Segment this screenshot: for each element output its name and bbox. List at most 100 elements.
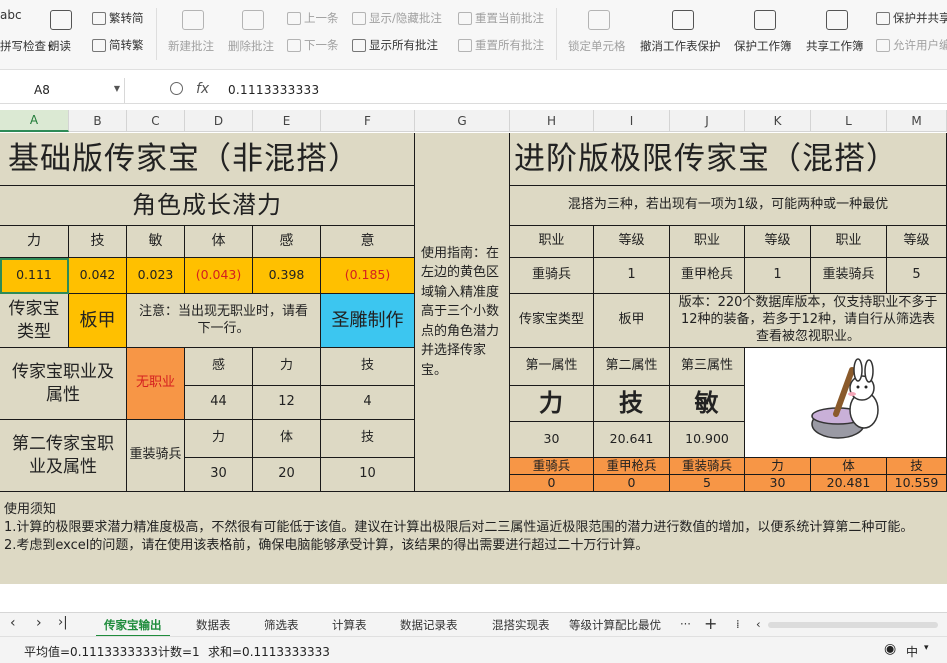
attr-name[interactable]: 力 (510, 386, 594, 422)
fx-icon[interactable]: fx (196, 81, 209, 97)
column-header-g[interactable]: G (415, 110, 510, 132)
unprotect-sheet-button[interactable]: 撤消工作表保护 (640, 38, 721, 54)
result-label[interactable]: 重骑兵 (510, 458, 594, 475)
show-hide-comment-button[interactable]: 显示/隐藏批注 (352, 10, 442, 26)
potential-input[interactable]: (0.043) (185, 258, 253, 294)
column-header-a[interactable]: A (0, 110, 69, 132)
type-label[interactable]: 传家宝类型 (0, 294, 69, 348)
simp-to-trad-button[interactable]: 简转繁 (92, 37, 144, 53)
potential-input[interactable]: (0.185) (321, 258, 415, 294)
tab-heirloom-output[interactable]: 传家宝输出 (104, 617, 162, 633)
tab-filter-sheet[interactable]: 筛选表 (264, 617, 299, 633)
lock-cell-button[interactable]: 锁定单元格 (568, 38, 626, 54)
job-value[interactable]: 无职业 (127, 348, 185, 420)
job2-attr-header[interactable]: 技 (321, 420, 415, 458)
spell-icon[interactable]: abc (0, 8, 22, 22)
eye-protection-icon[interactable]: ◉ (884, 641, 896, 657)
column-header-m[interactable]: M (887, 110, 947, 132)
potential-input[interactable]: 0.398 (253, 258, 321, 294)
craft-cell[interactable]: 圣雕制作 (321, 294, 415, 348)
job2-attr-value[interactable]: 20 (253, 458, 321, 492)
add-sheet-icon[interactable]: + (704, 614, 717, 633)
type-select[interactable]: 板甲 (69, 294, 127, 348)
view-mode-button[interactable]: 中 (906, 643, 918, 660)
spell-check-button[interactable]: 拼写检查 ▾ (0, 38, 52, 54)
stat-header[interactable]: 力 (0, 226, 69, 258)
left-title[interactable]: 基础版传家宝（非混搭） (0, 133, 415, 186)
level-header[interactable]: 等级 (594, 226, 670, 258)
job-label[interactable]: 传家宝职业及属性 (0, 348, 127, 420)
show-all-comments-button[interactable]: 显示所有批注 (352, 37, 438, 53)
level-cell[interactable]: 5 (887, 258, 947, 294)
stat-header[interactable]: 敏 (127, 226, 185, 258)
attr-value[interactable]: 10.900 (670, 422, 745, 458)
job-attr-header[interactable]: 力 (253, 348, 321, 386)
potential-input[interactable]: 0.023 (127, 258, 185, 294)
version-note[interactable]: 版本：220个数据库版本，仅支持职业不多于12种的装备，若多于12种，请自行从筛… (670, 294, 947, 348)
right-title[interactable]: 进阶版极限传家宝（混搭） (510, 133, 947, 186)
level-cell[interactable]: 1 (745, 258, 811, 294)
tab-calc-sheet[interactable]: 计算表 (332, 617, 367, 633)
stat-header[interactable]: 意 (321, 226, 415, 258)
level-cell[interactable]: 1 (594, 258, 670, 294)
next-comment-button[interactable]: 下一条 (287, 37, 339, 53)
name-box[interactable]: A8 ▼ (0, 78, 125, 103)
chevron-down-icon[interactable]: ▾ (924, 643, 929, 653)
stat-header[interactable]: 感 (253, 226, 321, 258)
stat-header[interactable]: 技 (69, 226, 127, 258)
job-attr-value[interactable]: 12 (253, 386, 321, 420)
column-header-d[interactable]: D (185, 110, 253, 132)
attr-name[interactable]: 技 (594, 386, 670, 422)
level-header[interactable]: 等级 (887, 226, 947, 258)
result-label[interactable]: 体 (811, 458, 887, 475)
new-comment-button[interactable]: 新建批注 (168, 38, 214, 54)
protect-share-button[interactable]: 保护并共享 (876, 10, 947, 26)
usage-notes[interactable]: 使用须知 1.计算的极限要求潜力精准度极高，不然很有可能低于该值。建议在计算出极… (0, 492, 947, 584)
result-label[interactable]: 重甲枪兵 (594, 458, 670, 475)
read-aloud-button[interactable]: 朗读 (48, 38, 71, 54)
guide-text[interactable]: 使用指南：在左边的黄色区域输入精准度高于三个小数点的角色潜力并选择传家宝。 (415, 133, 510, 492)
job-attr-value[interactable]: 4 (321, 386, 415, 420)
job2-attr-header[interactable]: 体 (253, 420, 321, 458)
prev-comment-button[interactable]: 上一条 (287, 10, 339, 26)
result-value[interactable]: 5 (670, 475, 745, 492)
result-label[interactable]: 技 (887, 458, 947, 475)
horizontal-scrollbar[interactable] (768, 622, 938, 628)
job2-label[interactable]: 第二传家宝职业及属性 (0, 420, 127, 492)
column-header-b[interactable]: B (69, 110, 127, 132)
formula-input[interactable]: 0.1113333333 (228, 83, 319, 97)
notice-text[interactable]: 注意：当出现无职业时，请看下一行。 (127, 294, 321, 348)
share-book-button[interactable]: 共享工作簿 (806, 38, 864, 54)
column-header-i[interactable]: I (594, 110, 670, 132)
stat-header[interactable]: 体 (185, 226, 253, 258)
protect-book-button[interactable]: 保护工作簿 (734, 38, 792, 54)
potential-input-selected[interactable]: 0.111 (0, 258, 69, 294)
zoom-icon[interactable] (170, 82, 183, 95)
job2-value[interactable]: 重装骑兵 (127, 420, 185, 492)
column-header-h[interactable]: H (510, 110, 594, 132)
level-header[interactable]: 等级 (745, 226, 811, 258)
chevron-right-icon[interactable]: › (36, 615, 42, 631)
column-header-k[interactable]: K (745, 110, 811, 132)
result-value[interactable]: 20.481 (811, 475, 887, 492)
tab-record-sheet[interactable]: 数据记录表 (400, 617, 458, 633)
attr-value[interactable]: 20.641 (594, 422, 670, 458)
attr-header[interactable]: 第二属性 (594, 348, 670, 386)
chevron-left-icon[interactable]: ‹ (10, 615, 16, 631)
allow-edit-button[interactable]: 允许用户编 (876, 37, 947, 53)
result-value[interactable]: 30 (745, 475, 811, 492)
job-header[interactable]: 职业 (811, 226, 887, 258)
reset-current-comment-button[interactable]: 重置当前批注 (458, 10, 544, 26)
result-value[interactable]: 0 (594, 475, 670, 492)
attr-header[interactable]: 第三属性 (670, 348, 745, 386)
potential-input[interactable]: 0.042 (69, 258, 127, 294)
tab-data-sheet[interactable]: 数据表 (196, 617, 231, 633)
result-label[interactable]: 重装骑兵 (670, 458, 745, 475)
reset-all-comments-button[interactable]: 重置所有批注 (458, 37, 544, 53)
attr-name[interactable]: 敏 (670, 386, 745, 422)
more-tabs-icon[interactable]: ··· (680, 617, 691, 631)
job-cell[interactable]: 重骑兵 (510, 258, 594, 294)
result-value[interactable]: 0 (510, 475, 594, 492)
job2-attr-header[interactable]: 力 (185, 420, 253, 458)
trad-to-simp-button[interactable]: 繁转简 (92, 10, 144, 26)
